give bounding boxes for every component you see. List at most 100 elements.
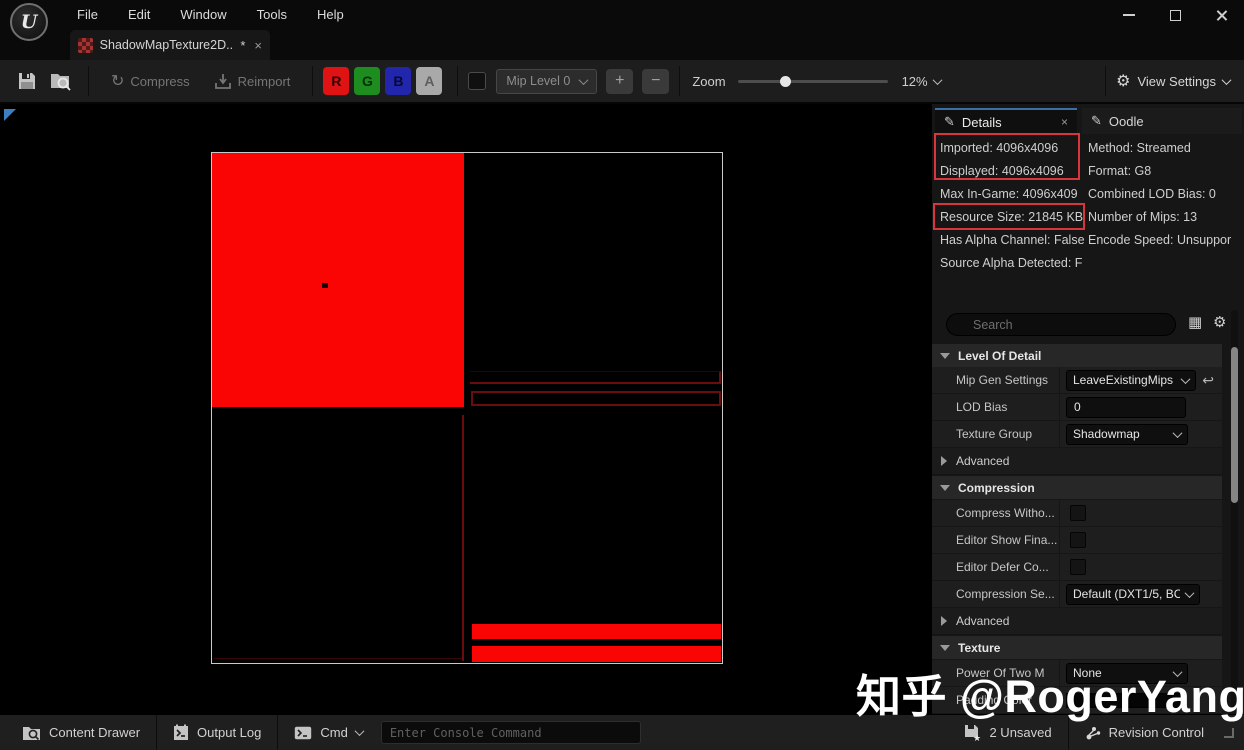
texture-preview-viewport[interactable] bbox=[0, 104, 930, 714]
search-input[interactable] bbox=[946, 313, 1176, 336]
advanced-label: Advanced bbox=[956, 454, 1009, 468]
mip-minus-button[interactable]: − bbox=[642, 69, 669, 94]
chevron-down-icon bbox=[1222, 75, 1232, 85]
toolbar-separator bbox=[679, 66, 680, 96]
toolbar-separator bbox=[88, 66, 89, 96]
editor-defer-compression-checkbox[interactable] bbox=[1070, 559, 1086, 575]
reimport-button[interactable]: Reimport bbox=[202, 73, 303, 90]
compress-without-alpha-checkbox[interactable] bbox=[1070, 505, 1086, 521]
info-has-alpha: Has Alpha Channel: False bbox=[940, 229, 1086, 252]
compress-icon: ↻ bbox=[111, 71, 124, 91]
property-label: Compress Witho... bbox=[932, 500, 1060, 526]
compression-settings-dropdown[interactable]: Default (DXT1/5, BC bbox=[1066, 584, 1200, 605]
tab-shadowmap-texture[interactable]: ShadowMapTexture2D... * × bbox=[70, 30, 270, 60]
channel-red-button[interactable]: R bbox=[323, 67, 349, 95]
unsaved-indicator: * bbox=[240, 38, 245, 53]
zoom-label: Zoom bbox=[692, 74, 725, 89]
menu-bar: File Edit Window Tools Help bbox=[62, 0, 359, 30]
input-value: 0 bbox=[1074, 400, 1081, 414]
settings-gear-icon[interactable]: ⚙ bbox=[1213, 313, 1226, 331]
oodle-tab-label: Oodle bbox=[1109, 114, 1144, 129]
details-tab-label: Details bbox=[962, 115, 1002, 130]
property-label: Mip Gen Settings bbox=[932, 367, 1060, 393]
gear-icon: ⚙ bbox=[1116, 71, 1130, 91]
mip-level-dropdown[interactable]: Mip Level 0 bbox=[496, 69, 597, 94]
texture-group-dropdown[interactable]: Shadowmap bbox=[1066, 424, 1188, 445]
menu-tools[interactable]: Tools bbox=[242, 0, 302, 30]
view-settings-button[interactable]: ⚙ View Settings bbox=[1116, 71, 1230, 91]
terminal-icon bbox=[294, 726, 312, 740]
display-filter-icon[interactable]: ▦ bbox=[1188, 313, 1202, 331]
content-drawer-icon bbox=[22, 724, 41, 741]
zoom-slider-thumb[interactable] bbox=[780, 76, 791, 87]
texture-outline-rect-1 bbox=[470, 371, 721, 384]
save-icon bbox=[17, 71, 37, 91]
info-combined-lod-bias: Combined LOD Bias: 0 bbox=[1088, 183, 1244, 206]
chevron-down-icon bbox=[354, 726, 364, 736]
details-tab-close-icon[interactable]: × bbox=[1061, 115, 1068, 129]
close-button[interactable] bbox=[1198, 0, 1244, 30]
menu-edit[interactable]: Edit bbox=[113, 0, 165, 30]
minimize-icon bbox=[1123, 14, 1135, 16]
folder-search-icon bbox=[49, 70, 73, 92]
resize-grip-icon[interactable] bbox=[1224, 728, 1234, 738]
mip-level-value: Mip Level 0 bbox=[506, 74, 570, 88]
section-compression[interactable]: Compression bbox=[932, 476, 1222, 499]
mip-gen-settings-dropdown[interactable]: LeaveExistingMips bbox=[1066, 370, 1196, 391]
info-source-alpha: Source Alpha Detected: F bbox=[940, 252, 1086, 275]
save-star-icon: ★ bbox=[964, 724, 981, 741]
cmd-label: Cmd bbox=[320, 725, 347, 740]
section-level-of-detail[interactable]: Level Of Detail bbox=[932, 344, 1222, 367]
property-label: Editor Defer Co... bbox=[932, 554, 1060, 580]
menu-file[interactable]: File bbox=[62, 0, 113, 30]
tab-close-icon[interactable]: × bbox=[254, 38, 262, 53]
row-lod-bias: LOD Bias 0 bbox=[932, 394, 1222, 421]
annotation-box-resource-size bbox=[933, 203, 1085, 230]
row-texture-group: Texture Group Shadowmap bbox=[932, 421, 1222, 448]
maximize-icon bbox=[1170, 10, 1181, 21]
channel-alpha-button[interactable]: A bbox=[416, 67, 442, 95]
edit-icon: ✎ bbox=[944, 114, 955, 130]
mip-level-checkbox[interactable] bbox=[468, 72, 486, 90]
tab-details[interactable]: ✎ Details × bbox=[935, 108, 1077, 134]
content-drawer-button[interactable]: Content Drawer bbox=[10, 715, 152, 750]
mip-plus-button[interactable]: + bbox=[606, 69, 633, 94]
section-title: Texture bbox=[958, 641, 1000, 655]
expand-arrow-icon bbox=[941, 456, 947, 466]
info-format: Format: G8 bbox=[1088, 160, 1244, 183]
content-drawer-label: Content Drawer bbox=[49, 725, 140, 740]
section-texture[interactable]: Texture bbox=[932, 636, 1222, 659]
toolbar-separator bbox=[1105, 66, 1106, 96]
channel-green-button[interactable]: G bbox=[354, 67, 380, 95]
collapse-arrow-icon bbox=[940, 485, 950, 491]
zoom-dropdown-chevron-icon[interactable] bbox=[932, 75, 942, 85]
lod-advanced-expander[interactable]: Advanced bbox=[932, 448, 1222, 475]
menu-help[interactable]: Help bbox=[302, 0, 359, 30]
editor-show-final-checkbox[interactable] bbox=[1070, 532, 1086, 548]
browse-to-asset-button[interactable] bbox=[44, 64, 78, 98]
maximize-button[interactable] bbox=[1152, 0, 1198, 30]
compress-button[interactable]: ↻ Compress bbox=[99, 71, 202, 91]
lod-bias-input[interactable]: 0 bbox=[1066, 397, 1186, 418]
console-command-input[interactable] bbox=[381, 721, 641, 744]
menu-window[interactable]: Window bbox=[165, 0, 241, 30]
texture-thumbnail-icon bbox=[78, 38, 93, 53]
details-search-row: ▦ ⚙ bbox=[932, 310, 1244, 340]
texture-red-region bbox=[212, 153, 464, 407]
output-log-button[interactable]: Output Log bbox=[161, 715, 273, 750]
zoom-slider[interactable] bbox=[738, 80, 888, 83]
tab-oodle[interactable]: ✎ Oodle bbox=[1082, 108, 1242, 134]
details-scrollbar-thumb[interactable] bbox=[1231, 347, 1238, 503]
title-bar: U File Edit Window Tools Help bbox=[0, 0, 1244, 30]
cmd-selector[interactable]: Cmd bbox=[282, 715, 374, 750]
minimize-button[interactable] bbox=[1106, 0, 1152, 30]
compression-advanced-expander[interactable]: Advanced bbox=[932, 608, 1222, 635]
reset-to-default-icon[interactable]: ↩ bbox=[1202, 372, 1214, 389]
save-button[interactable] bbox=[10, 64, 44, 98]
viewport-corner-marker bbox=[4, 109, 16, 121]
row-compression-settings: Compression Se... Default (DXT1/5, BC bbox=[932, 581, 1222, 608]
annotation-box-imported-displayed bbox=[934, 133, 1080, 180]
details-scrollbar[interactable] bbox=[1231, 310, 1238, 710]
channel-blue-button[interactable]: B bbox=[385, 67, 411, 95]
tab-title: ShadowMapTexture2D... bbox=[100, 38, 234, 52]
